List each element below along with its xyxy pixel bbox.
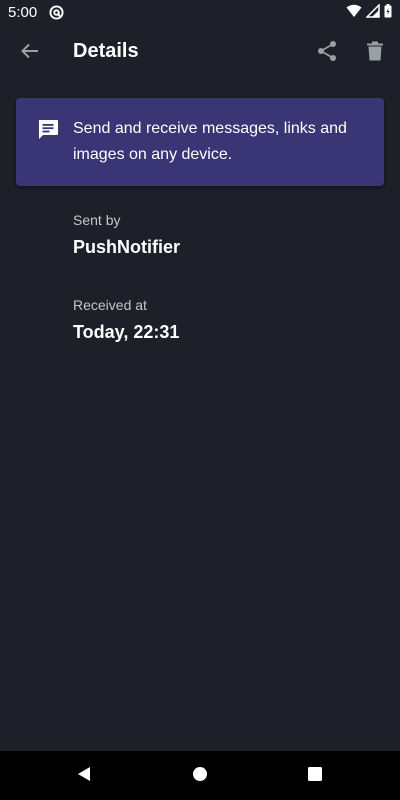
status-bar: 5:00 (0, 0, 400, 24)
back-button[interactable] (12, 33, 48, 73)
nav-back-button[interactable] (72, 764, 96, 788)
share-button[interactable] (308, 33, 346, 73)
sent-by-label: Sent by (73, 212, 121, 228)
app-bar: Details (0, 24, 400, 82)
status-time: 5:00 (8, 3, 38, 21)
nav-home-icon (192, 766, 208, 787)
battery-icon (384, 3, 392, 21)
system-nav-bar (0, 751, 400, 800)
sent-by-value: PushNotifier (73, 237, 181, 257)
message-icon (37, 119, 59, 141)
page-title: Details (73, 40, 139, 62)
at-sign-icon (49, 4, 65, 20)
received-at-value: Today, 22:31 (73, 322, 180, 342)
nav-recents-icon (307, 766, 323, 787)
nav-home-button[interactable] (188, 764, 212, 788)
arrow-back-icon (20, 41, 40, 66)
status-icons (346, 2, 392, 21)
signal-icon (365, 2, 380, 21)
received-at-section: Received at Today, 22:31 (73, 297, 179, 343)
details-screen: 5:00 Details Send and receive messages, … (0, 0, 400, 800)
nav-recents-button[interactable] (303, 764, 327, 788)
received-at-label: Received at (73, 297, 147, 313)
wifi-icon (346, 4, 362, 21)
sent-by-section: Sent by PushNotifier (73, 212, 180, 258)
delete-icon (366, 41, 384, 66)
message-text: Send and receive messages, links and ima… (73, 120, 347, 163)
message-card[interactable]: Send and receive messages, links and ima… (16, 98, 384, 186)
delete-button[interactable] (356, 33, 394, 73)
share-icon (316, 40, 338, 67)
nav-back-icon (76, 766, 92, 787)
